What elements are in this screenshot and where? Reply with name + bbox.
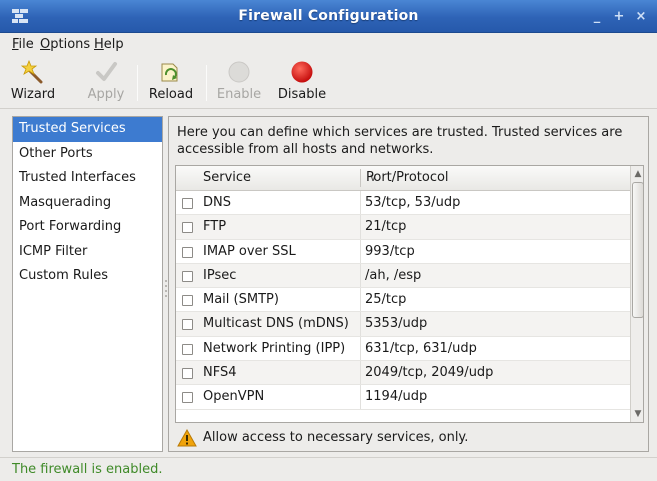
table-row[interactable]: Network Printing (IPP) 631/tcp, 631/udp <box>176 336 630 362</box>
service-port: 631/tcp, 631/udp <box>365 340 477 356</box>
service-checkbox[interactable] <box>182 392 193 404</box>
sidebar-item-custom-rules[interactable]: Custom Rules <box>13 264 162 289</box>
service-port: 5353/udp <box>365 316 428 332</box>
table-row[interactable]: DNS 53/tcp, 53/udp <box>176 191 630 216</box>
service-name: Network Printing (IPP) <box>203 340 346 356</box>
service-port: 25/tcp <box>365 292 407 308</box>
wizard-wand-icon <box>21 60 43 84</box>
service-name: IPsec <box>203 267 237 283</box>
table-row[interactable]: NFS4 2049/tcp, 2049/udp <box>176 361 630 386</box>
warning-text: Allow access to necessary services, only… <box>203 430 469 445</box>
sidebar-item-icmp-filter[interactable]: ICMP Filter <box>13 240 162 265</box>
warning-icon <box>177 429 197 447</box>
menu-help[interactable]: Help <box>94 37 124 52</box>
table-row[interactable]: Multicast DNS (mDNS) 5353/udp <box>176 312 630 337</box>
disable-button[interactable]: Disable <box>276 60 328 106</box>
service-checkbox[interactable] <box>182 270 193 282</box>
table-row[interactable]: Mail (SMTP) 25/tcp <box>176 288 630 313</box>
title-bar[interactable]: Firewall Configuration _ + × <box>0 0 657 33</box>
enable-button[interactable]: Enable <box>215 60 263 106</box>
table-row[interactable]: IPsec/ah, /esp <box>176 263 630 289</box>
table-body: DNS 53/tcp, 53/udp FTP 21/tcp IMAP over SS… <box>176 191 630 422</box>
service-checkbox[interactable] <box>182 368 193 380</box>
scroll-down-icon[interactable]: ▼ <box>632 407 643 421</box>
window-title: Firewall Configuration <box>238 8 419 24</box>
service-name: NFS4 <box>203 365 237 381</box>
service-checkbox[interactable] <box>182 246 193 258</box>
sidebar-item-trusted-services[interactable]: Trusted Services <box>13 117 162 142</box>
status-bar: The firewall is enabled. <box>0 457 657 481</box>
service-name: DNS <box>203 195 231 210</box>
reload-button[interactable]: Reload <box>146 60 196 106</box>
column-header-port[interactable]: Port/Protocol <box>366 166 449 190</box>
column-header-service[interactable]: Service <box>203 166 251 190</box>
table-scrollbar[interactable]: ▲ ▼ <box>630 166 643 422</box>
sidebar-item-masquerading[interactable]: Masquerading <box>13 191 162 216</box>
panel-description: Here you can define which services are t… <box>177 125 623 157</box>
service-name: OpenVPN <box>203 389 265 405</box>
firewall-window: Firewall Configuration _ + × File Option… <box>0 0 657 481</box>
table-row[interactable]: OpenVPN 1194/udp <box>176 385 630 410</box>
service-name: IMAP over SSL <box>203 243 296 259</box>
apply-button[interactable]: Apply <box>84 60 128 106</box>
toolbar-separator <box>137 65 138 101</box>
service-checkbox[interactable] <box>182 222 193 234</box>
scroll-up-icon[interactable]: ▲ <box>632 167 643 181</box>
menu-file[interactable]: File <box>12 37 34 52</box>
service-name: Multicast DNS (mDNS) <box>203 316 349 332</box>
service-checkbox[interactable] <box>182 319 193 331</box>
column-divider[interactable] <box>360 169 361 187</box>
menu-options[interactable]: Options <box>40 37 90 52</box>
maximize-icon[interactable]: + <box>610 8 628 25</box>
sidebar-list: Trusted Services Other Ports Trusted Int… <box>12 116 163 452</box>
scrollbar-thumb[interactable] <box>632 182 643 318</box>
table-header: Service ∨ Port/Protocol <box>176 166 630 191</box>
apply-check-icon <box>96 62 117 81</box>
table-row[interactable]: IMAP over SSL 993/tcp <box>176 239 630 264</box>
service-port: 993/tcp <box>365 243 415 259</box>
service-checkbox[interactable] <box>182 295 193 307</box>
minimize-icon[interactable]: _ <box>588 8 606 25</box>
service-port: 1194/udp <box>365 389 428 405</box>
service-checkbox[interactable] <box>182 343 193 355</box>
status-text: The firewall is enabled. <box>12 462 163 477</box>
service-name: Mail (SMTP) <box>203 292 279 308</box>
enable-circle-icon <box>228 61 250 83</box>
service-port: 2049/tcp, 2049/udp <box>365 365 494 381</box>
disable-red-circle-icon <box>291 61 313 83</box>
close-icon[interactable]: × <box>632 8 650 25</box>
wizard-button[interactable]: Wizard <box>8 60 58 106</box>
service-port: 53/tcp, 53/udp <box>365 195 461 210</box>
service-name: FTP <box>203 219 227 235</box>
table-row[interactable]: FTP 21/tcp <box>176 215 630 240</box>
services-table: Service ∨ Port/Protocol DNS 53/tcp, 53/ud… <box>175 165 644 423</box>
toolbar: Wizard Apply Reload Enable Disable <box>0 57 657 109</box>
service-port: 21/tcp <box>365 219 407 235</box>
sidebar-item-trusted-interfaces[interactable]: Trusted Interfaces <box>13 166 162 191</box>
trusted-services-panel: Here you can define which services are t… <box>168 116 649 452</box>
menu-bar: File Options Help <box>0 33 657 57</box>
reload-icon <box>161 63 178 82</box>
sidebar-item-port-forwarding[interactable]: Port Forwarding <box>13 215 162 240</box>
service-port: /ah, /esp <box>365 267 422 283</box>
toolbar-separator <box>206 65 207 101</box>
service-checkbox[interactable] <box>182 198 193 209</box>
sidebar-item-other-ports[interactable]: Other Ports <box>13 142 162 167</box>
